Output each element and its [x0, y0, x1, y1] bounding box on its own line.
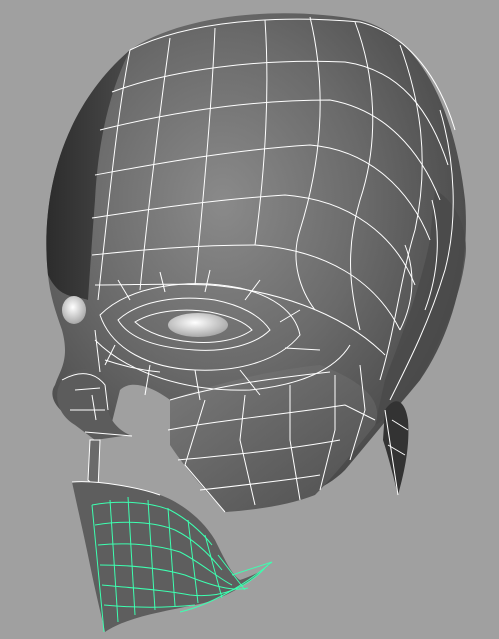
viewport-canvas[interactable]: [0, 0, 499, 639]
eyeball-left[interactable]: [62, 296, 86, 324]
eyeball-right[interactable]: [168, 313, 228, 337]
3d-viewport[interactable]: [0, 0, 499, 639]
